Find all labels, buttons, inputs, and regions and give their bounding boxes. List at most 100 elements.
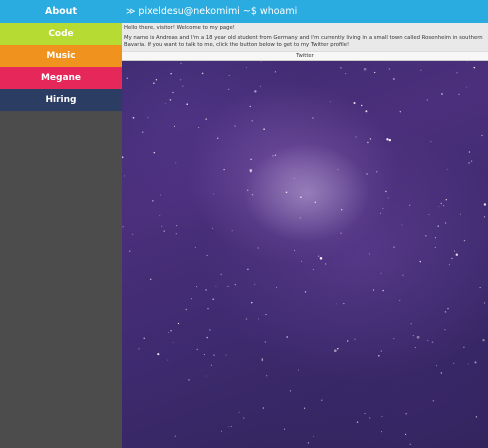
star bbox=[318, 255, 320, 257]
star bbox=[369, 138, 372, 140]
star bbox=[234, 283, 237, 286]
star bbox=[444, 311, 447, 313]
star bbox=[272, 155, 274, 157]
star bbox=[227, 285, 229, 287]
sidebar-item-about[interactable]: About bbox=[0, 0, 122, 23]
star bbox=[262, 407, 265, 409]
sidebar-item-hiring[interactable]: Hiring bbox=[0, 89, 122, 111]
star bbox=[434, 237, 437, 239]
star bbox=[212, 298, 214, 300]
star bbox=[169, 99, 172, 101]
star bbox=[201, 72, 204, 75]
star bbox=[143, 337, 145, 339]
star bbox=[304, 291, 307, 293]
star bbox=[196, 348, 198, 350]
star bbox=[257, 247, 259, 249]
star bbox=[247, 189, 249, 191]
star bbox=[361, 104, 363, 107]
star bbox=[440, 202, 443, 205]
star bbox=[228, 426, 230, 428]
star bbox=[188, 379, 190, 381]
star bbox=[245, 318, 248, 320]
star bbox=[313, 435, 314, 437]
star bbox=[340, 232, 342, 234]
star bbox=[399, 111, 401, 113]
star bbox=[225, 354, 227, 356]
star bbox=[275, 286, 278, 289]
star bbox=[249, 169, 253, 172]
star bbox=[198, 127, 200, 129]
star bbox=[207, 307, 209, 310]
star bbox=[441, 93, 443, 95]
star bbox=[369, 253, 371, 255]
star bbox=[185, 308, 187, 311]
star bbox=[414, 346, 417, 349]
star bbox=[321, 399, 323, 401]
star bbox=[387, 197, 389, 199]
star bbox=[473, 66, 476, 69]
star bbox=[443, 205, 445, 207]
star bbox=[147, 116, 149, 118]
star bbox=[455, 253, 459, 256]
star bbox=[301, 260, 302, 262]
star bbox=[194, 246, 196, 248]
sidebar-item-music[interactable]: Music bbox=[0, 45, 122, 67]
star bbox=[459, 213, 461, 215]
star bbox=[168, 332, 170, 334]
star bbox=[304, 407, 306, 409]
sidebar-item-label: About bbox=[45, 6, 77, 17]
star bbox=[420, 69, 422, 71]
star bbox=[206, 336, 208, 339]
star bbox=[465, 86, 467, 88]
star bbox=[251, 120, 253, 122]
star bbox=[438, 206, 440, 208]
star bbox=[190, 298, 192, 300]
star bbox=[448, 264, 450, 266]
star bbox=[299, 217, 301, 219]
star bbox=[205, 375, 207, 377]
star bbox=[340, 67, 342, 69]
star bbox=[446, 168, 448, 170]
star bbox=[242, 417, 245, 419]
star bbox=[205, 289, 207, 291]
star bbox=[382, 289, 384, 292]
star bbox=[388, 138, 392, 142]
twitter-button[interactable]: Twitter bbox=[122, 51, 488, 61]
star bbox=[483, 216, 486, 218]
star bbox=[410, 323, 412, 325]
star bbox=[474, 361, 477, 364]
star bbox=[265, 313, 267, 316]
sidebar-item-megane[interactable]: Megane bbox=[0, 67, 122, 89]
star bbox=[174, 435, 177, 438]
star bbox=[284, 428, 286, 430]
star bbox=[393, 78, 395, 80]
star bbox=[483, 203, 487, 206]
star bbox=[380, 431, 383, 433]
star bbox=[412, 334, 414, 337]
star bbox=[463, 239, 466, 242]
star bbox=[379, 212, 381, 214]
star bbox=[260, 60, 262, 62]
star bbox=[312, 117, 314, 119]
star bbox=[381, 416, 383, 418]
star bbox=[482, 338, 485, 342]
star bbox=[468, 151, 471, 153]
page-root: About Code Music Megane Hiring ≫ pixelde… bbox=[0, 0, 488, 448]
star bbox=[419, 260, 422, 263]
star bbox=[329, 101, 331, 103]
star bbox=[205, 118, 207, 120]
star bbox=[216, 137, 219, 140]
star bbox=[436, 365, 438, 367]
star bbox=[409, 443, 411, 445]
star bbox=[213, 354, 215, 356]
star bbox=[325, 263, 327, 265]
star bbox=[300, 196, 302, 198]
sidebar-item-code[interactable]: Code bbox=[0, 23, 122, 45]
star bbox=[180, 62, 182, 64]
star bbox=[164, 103, 166, 105]
star bbox=[393, 338, 395, 340]
star bbox=[405, 413, 407, 415]
star bbox=[206, 255, 208, 256]
star bbox=[186, 103, 188, 105]
star bbox=[215, 285, 217, 287]
